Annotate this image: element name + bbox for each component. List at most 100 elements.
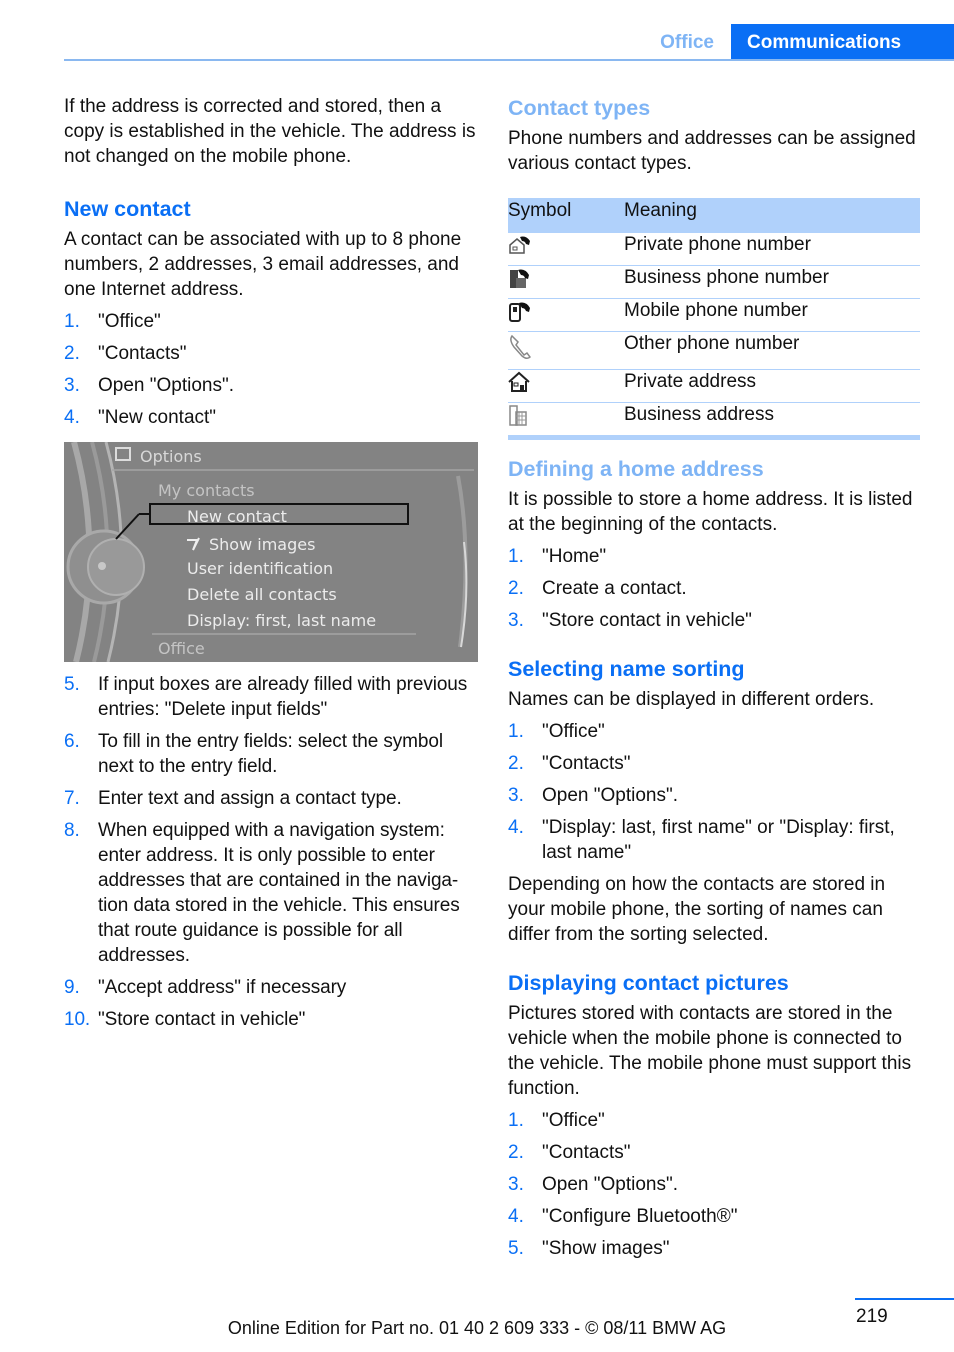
step-text: "Contacts" <box>98 343 187 364</box>
home-address-heading: Defining a home address <box>508 457 764 481</box>
list-item: 5. If input boxes are already filled with… <box>64 672 478 722</box>
table-row: Private phone number <box>508 232 920 266</box>
home-address-text: It is possible to store a home address. … <box>508 489 913 535</box>
screen-footer: Office <box>158 639 205 658</box>
list-item: 5. "Show images" <box>508 1236 922 1261</box>
meaning-cell: Other phone number <box>624 331 920 370</box>
list-item: 1. "Home" <box>508 544 922 569</box>
list-item: 4. "Configure Bluetooth®" <box>508 1204 922 1229</box>
table-row: Other phone number <box>508 331 920 370</box>
step-number: 5. <box>64 674 80 695</box>
step-text: To fill in the entry fields: select the … <box>98 731 443 777</box>
contact-pictures-text: Pictures stored with contacts are stored… <box>508 1003 912 1099</box>
contact-types-table: Symbol Meaning Private phone number Busi… <box>508 198 920 440</box>
step-text: "Office" <box>542 1110 605 1131</box>
contact-types-heading: Contact types <box>508 96 651 120</box>
step-number: 1. <box>64 311 80 332</box>
contact-pictures-steps: 1. "Office" 2. "Contacts" 3. Open "Options"… <box>508 1108 922 1261</box>
list-item: 2. "Contacts" <box>508 1140 922 1165</box>
list-item: 10. "Store contact in vehicle" <box>64 1007 478 1032</box>
step-text: "Show images" <box>542 1238 670 1259</box>
list-item: 1. "Office" <box>508 1108 922 1133</box>
table-row: Private address <box>508 369 920 403</box>
step-text: Create a contact. <box>542 578 687 599</box>
new-contact-steps-b: 5. If input boxes are already filled with… <box>64 672 478 1032</box>
step-text: Enter text and assign a contact type. <box>98 788 402 809</box>
table-row: Business phone number <box>508 265 920 299</box>
step-number: 2. <box>508 578 524 599</box>
list-item: 3. Open "Options". <box>508 783 922 808</box>
name-sorting-note: Depending on how the contacts are stored… <box>508 874 886 945</box>
list-item: 8. When equipped with a navigation system… <box>64 818 478 968</box>
step-number: 4. <box>64 407 80 428</box>
step-number: 2. <box>508 753 524 774</box>
table-header-row: Symbol Meaning <box>508 198 920 233</box>
edition-footer: Online Edition for Part no. 01 40 2 609 … <box>227 1318 727 1338</box>
list-item: 3. Open "Options". <box>64 373 478 398</box>
new-contact-heading: New contact <box>64 197 191 221</box>
table-row: Business address <box>508 402 920 440</box>
step-text: Open "Options". <box>98 375 235 396</box>
name-sorting-heading: Selecting name sorting <box>508 657 745 681</box>
step-number: 7. <box>64 788 80 809</box>
step-number: 4. <box>508 1206 524 1227</box>
list-item: 1. "Office" <box>508 719 922 744</box>
step-text: "Office" <box>542 721 605 742</box>
step-text: "New contact" <box>98 407 217 428</box>
business-phone-icon <box>510 269 529 288</box>
list-item: 9. "Accept address" if necessary <box>64 975 478 1000</box>
idrive-options-screenshot: Options My contacts New contact Show ima… <box>64 442 478 662</box>
list-item: 1. "Office" <box>64 309 478 334</box>
step-text: "Contacts" <box>542 753 631 774</box>
step-number: 1. <box>508 546 524 567</box>
section-tab-office[interactable]: Office <box>640 26 730 60</box>
table-row: Mobile phone number <box>508 298 920 332</box>
name-sorting-text: Names can be displayed in different orde… <box>508 689 875 710</box>
name-sorting-steps: 1. "Office" 2. "Contacts" 3. Open "Options"… <box>508 719 922 865</box>
step-number: 2. <box>64 343 80 364</box>
meaning-cell: Business address <box>624 402 920 440</box>
step-number: 2. <box>508 1142 524 1163</box>
contact-types-text: Phone numbers and addresses can be assig… <box>508 128 916 174</box>
other-phone-icon <box>510 334 531 360</box>
contact-pictures-heading: Displaying contact pictures <box>508 971 789 995</box>
page-number-rule <box>855 1298 954 1300</box>
step-number: 6. <box>64 731 80 752</box>
left-column: If the address is corrected and stored, … <box>64 94 478 1032</box>
step-number: 8. <box>64 820 80 841</box>
list-item: 7. Enter text and assign a contact type. <box>64 786 478 811</box>
step-text: "Store contact in vehicle" <box>98 1009 306 1030</box>
step-text: "Contacts" <box>542 1142 631 1163</box>
screen-menu-item: Delete all contacts <box>187 585 337 604</box>
step-text: "Accept address" if necessary <box>98 977 347 998</box>
list-item: 2. "Contacts" <box>64 341 478 366</box>
meaning-cell: Mobile phone number <box>624 298 920 332</box>
step-text: If input boxes are already filled with p… <box>98 674 468 720</box>
step-text: "Configure Bluetooth®" <box>542 1206 738 1227</box>
column-header-meaning: Meaning <box>624 198 920 233</box>
list-item: 2. "Contacts" <box>508 751 922 776</box>
step-number: 9. <box>64 977 80 998</box>
new-contact-text: A contact can be associated with up to 8… <box>64 229 462 300</box>
list-item: 4. "New contact" <box>64 405 478 430</box>
mobile-phone-icon <box>509 302 530 322</box>
screen-menu-item-selected: New contact <box>187 507 287 526</box>
list-item: 6. To fill in the entry fields: select th… <box>64 729 478 779</box>
meaning-cell: Private address <box>624 369 920 403</box>
screen-menu-item: My contacts <box>158 481 255 500</box>
screen-title: Options <box>140 447 202 466</box>
column-header-symbol: Symbol <box>508 198 624 233</box>
header-rule <box>64 59 954 61</box>
step-text: "Store contact in vehicle" <box>542 610 752 631</box>
step-number: 3. <box>508 610 524 631</box>
step-number: 1. <box>508 721 524 742</box>
step-text: "Display: last, first name" or "Display:… <box>542 817 895 863</box>
step-text: "Home" <box>542 546 607 567</box>
step-number: 3. <box>508 785 524 806</box>
step-text: Open "Options". <box>542 785 679 806</box>
list-item: 4. "Display: last, first name" or "Displa… <box>508 815 922 865</box>
chapter-tab-communications[interactable]: Communications <box>731 24 954 61</box>
right-column: Contact types Phone numbers and addresse… <box>508 94 922 1261</box>
private-phone-icon <box>509 236 530 254</box>
business-address-icon <box>509 405 527 426</box>
